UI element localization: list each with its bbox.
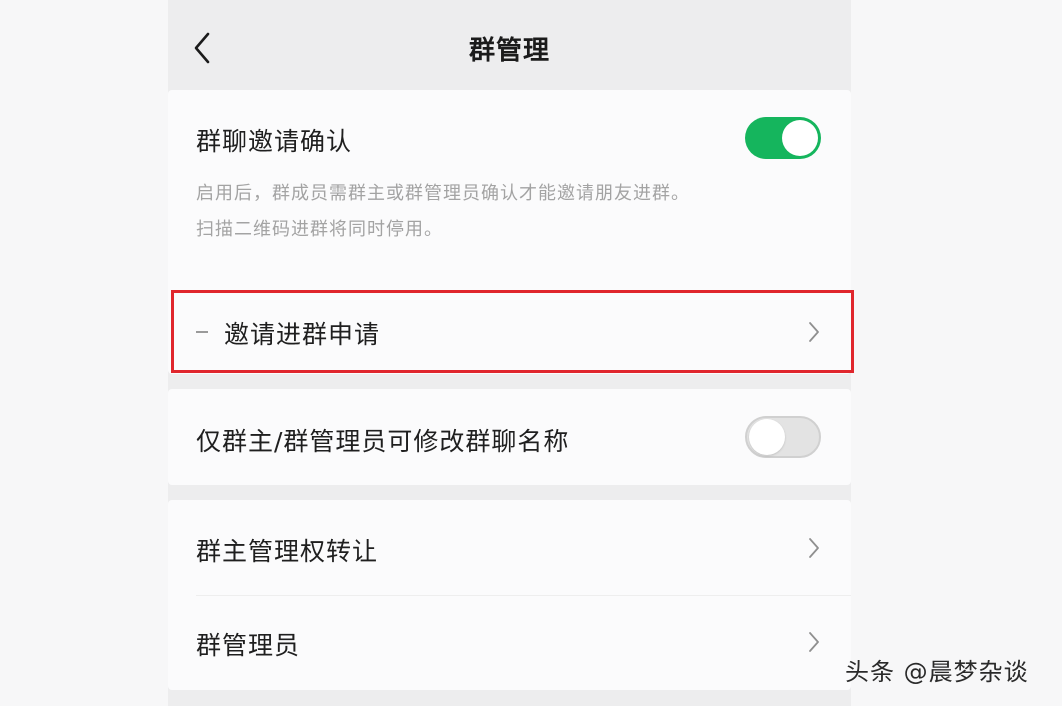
chevron-right-icon	[809, 538, 819, 558]
chevron-right-icon	[809, 632, 819, 652]
toggle-knob	[749, 419, 785, 455]
invite-confirm-toggle[interactable]	[745, 117, 821, 159]
transfer-owner-label: 群主管理权转让	[196, 537, 379, 566]
phone-screen: 群管理 群聊邀请确认 启用后，群成员需群主或群管理员确认才能邀请朋友进群。 扫描…	[168, 0, 851, 706]
nav-header: 群管理	[168, 0, 851, 90]
admins-row[interactable]: 群管理员	[168, 595, 851, 690]
invite-requests-row[interactable]: 邀请进群申请	[168, 291, 851, 374]
page-title: 群管理	[468, 36, 550, 66]
dash-icon	[196, 331, 208, 333]
transfer-owner-row[interactable]: 群主管理权转让	[168, 500, 851, 596]
invite-confirm-card: 群聊邀请确认 启用后，群成员需群主或群管理员确认才能邀请朋友进群。 扫描二维码进…	[168, 90, 851, 374]
description-line-1: 启用后，群成员需群主或群管理员确认才能邀请朋友进群。	[196, 183, 690, 204]
management-card: 群主管理权转让 群管理员	[168, 500, 851, 690]
invite-confirm-title: 群聊邀请确认	[196, 127, 353, 156]
rename-permission-toggle[interactable]	[745, 416, 821, 458]
rename-permission-label: 仅群主/群管理员可修改群聊名称	[196, 427, 570, 456]
chevron-right-icon	[809, 322, 819, 342]
invite-requests-label: 邀请进群申请	[224, 320, 381, 349]
admins-label: 群管理员	[196, 631, 301, 660]
rename-permission-card: 仅群主/群管理员可修改群聊名称	[168, 389, 851, 485]
invite-confirm-description: 启用后，群成员需群主或群管理员确认才能邀请朋友进群。 扫描二维码进群将同时停用。	[196, 176, 816, 248]
watermark-text: 头条 @晨梦杂谈	[845, 658, 1029, 686]
description-line-2: 扫描二维码进群将同时停用。	[196, 219, 443, 240]
toggle-knob	[782, 120, 818, 156]
